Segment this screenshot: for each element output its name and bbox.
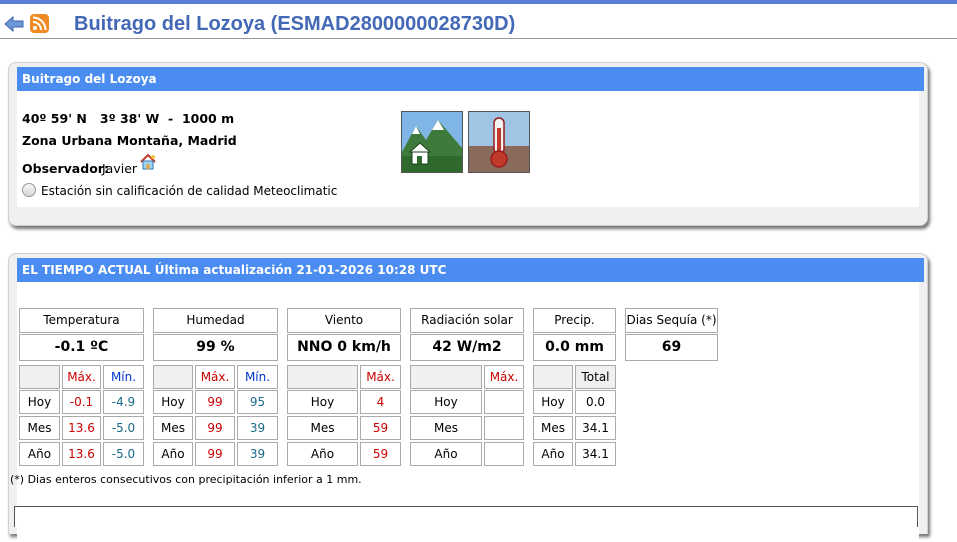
temperature-max-cell: 13.6 <box>62 442 101 466</box>
mountain-station-image[interactable] <box>401 111 463 173</box>
temperature-min-cell: -5.0 <box>103 416 144 440</box>
page-header: Buitrago del Lozoya (ESMAD2800000028730D… <box>0 4 957 39</box>
page-title: Buitrago del Lozoya (ESMAD2800000028730D… <box>74 13 516 35</box>
radiation-max-cell <box>484 390 524 414</box>
station-panel: Buitrago del Lozoya 40º 59' N 3º 38' W -… <box>8 62 928 226</box>
temperature-max-cell: -0.1 <box>62 390 101 414</box>
current-weather-title: EL TIEMPO ACTUAL Última actualización 21… <box>17 258 924 282</box>
temperature-header: Temperatura <box>19 308 144 333</box>
drought-header: Dias Sequía (*) <box>625 308 718 333</box>
temperature-period: Año <box>19 442 60 466</box>
precip-total-header: Total <box>575 365 616 389</box>
precip-period: Mes <box>533 416 573 440</box>
humidity-period: Hoy <box>153 390 193 414</box>
house-icon[interactable] <box>139 153 157 171</box>
humidity-header: Humedad <box>153 308 278 333</box>
humidity-corner <box>153 365 193 389</box>
humidity-min-header: Mín. <box>237 365 278 389</box>
humidity-max-cell: 99 <box>195 416 235 440</box>
humidity-period: Mes <box>153 416 193 440</box>
quality-label: Estación sin calificación de calidad Met… <box>41 184 338 198</box>
temperature-max-cell: 13.6 <box>62 416 101 440</box>
temperature-min-cell: -5.0 <box>103 442 144 466</box>
wind-value: NNO 0 km/h <box>287 334 401 361</box>
humidity-min-cell: 95 <box>237 390 278 414</box>
temperature-max-header: Máx. <box>62 365 101 389</box>
station-coordinates: 40º 59' N 3º 38' W - 1000 m <box>22 111 235 126</box>
radiation-period: Año <box>410 442 482 466</box>
temperature-corner <box>19 365 60 389</box>
precip-total-cell: 34.1 <box>575 416 616 440</box>
precip-corner <box>533 365 573 389</box>
temperature-min-cell: -4.9 <box>103 390 144 414</box>
precip-period: Año <box>533 442 573 466</box>
precip-period: Hoy <box>533 390 573 414</box>
radiation-value: 42 W/m2 <box>410 334 524 361</box>
humidity-min-cell: 39 <box>237 442 278 466</box>
wind-header: Viento <box>287 308 401 333</box>
temperature-value: -0.1 ºC <box>19 334 144 361</box>
radiation-period: Mes <box>410 416 482 440</box>
station-zone: Zona Urbana Montaña, Madrid <box>22 133 237 148</box>
current-weather-panel: EL TIEMPO ACTUAL Última actualización 21… <box>8 253 928 542</box>
drought-footnote: (*) Dias enteros consecutivos con precip… <box>10 473 362 486</box>
wind-max-cell: 59 <box>360 416 401 440</box>
observer-label: Observador: <box>22 161 109 176</box>
radiation-corner <box>410 365 482 389</box>
rss-feed-icon[interactable] <box>30 14 49 33</box>
precip-value: 0.0 mm <box>533 334 616 361</box>
radiation-period: Hoy <box>410 390 482 414</box>
radiation-max-cell <box>484 442 524 466</box>
quality-radio[interactable] <box>22 183 36 197</box>
station-panel-title: Buitrago del Lozoya <box>17 67 924 91</box>
current-weather-body: Temperatura -0.1 ºC Máx. Mín. Hoy -0.1 -… <box>17 282 919 542</box>
back-arrow-icon[interactable] <box>4 15 24 33</box>
humidity-max-header: Máx. <box>195 365 235 389</box>
humidity-min-cell: 39 <box>237 416 278 440</box>
precip-total-cell: 0.0 <box>575 390 616 414</box>
wind-max-cell: 4 <box>360 390 401 414</box>
station-panel-body: 40º 59' N 3º 38' W - 1000 m Zona Urbana … <box>17 91 919 207</box>
wind-period: Año <box>287 442 358 466</box>
wind-max-cell: 59 <box>360 442 401 466</box>
radiation-max-header: Máx. <box>484 365 524 389</box>
radiation-header: Radiación solar <box>410 308 524 333</box>
humidity-value: 99 % <box>153 334 278 361</box>
precip-header: Precip. <box>533 308 616 333</box>
drought-value: 69 <box>625 334 718 361</box>
radiation-max-cell <box>484 416 524 440</box>
temperature-period: Hoy <box>19 390 60 414</box>
humidity-max-cell: 99 <box>195 390 235 414</box>
humidity-period: Año <box>153 442 193 466</box>
wind-period: Hoy <box>287 390 358 414</box>
precip-total-cell: 34.1 <box>575 442 616 466</box>
temperature-period: Mes <box>19 416 60 440</box>
humidity-max-cell: 99 <box>195 442 235 466</box>
thermometer-image[interactable] <box>468 111 530 173</box>
observer-name: Javier <box>102 161 138 176</box>
wind-max-header: Máx. <box>360 365 401 389</box>
wind-corner <box>287 365 358 389</box>
wind-period: Mes <box>287 416 358 440</box>
temperature-min-header: Mín. <box>103 365 144 389</box>
